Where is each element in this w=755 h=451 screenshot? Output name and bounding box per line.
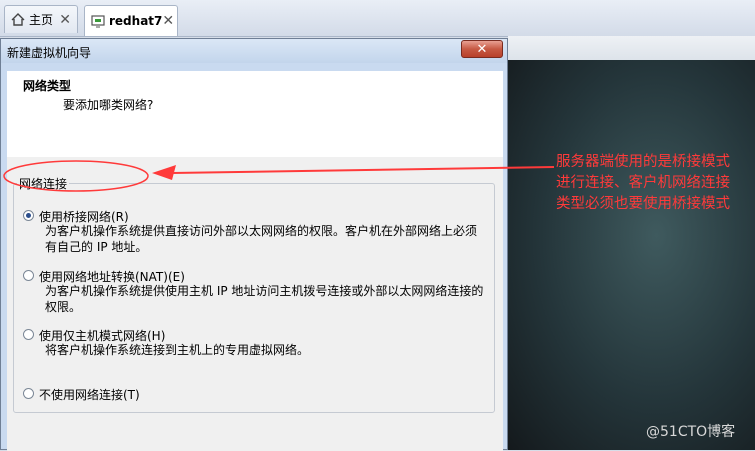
close-icon[interactable]: ✕ <box>162 13 174 29</box>
close-icon: ✕ <box>476 41 488 57</box>
console-toolbar <box>508 36 755 61</box>
option-description: 将客户机操作系统连接到主机上的专用虚拟网络。 <box>45 342 495 358</box>
radio-button[interactable] <box>23 270 34 281</box>
annotation-text: 服务器端使用的是桥接模式 进行连接、客户机网络连接 类型必须也要使用桥接模式 <box>556 152 752 215</box>
option-description: 为客户机操作系统提供使用主机 IP 地址访问主机拨号连接或外部以太网网络连接的 … <box>45 283 495 315</box>
radio-button[interactable] <box>23 210 34 221</box>
dialog-title: 新建虚拟机向导 <box>7 46 92 60</box>
wizard-header: 网络类型 要添加哪类网络? <box>7 71 503 158</box>
wizard-body: 网络连接 使用桥接网络(R) 为客户机操作系统提供直接访问外部以太网网络的权限。… <box>7 157 503 451</box>
description-line: 有自己的 IP 地址。 <box>45 240 148 254</box>
annotation-line: 进行连接、客户机网络连接 <box>556 175 730 191</box>
description-line: 将客户机操作系统连接到主机上的专用虚拟网络。 <box>45 343 310 357</box>
dialog-titlebar[interactable]: 新建虚拟机向导 ✕ <box>1 39 507 63</box>
option-label: 不使用网络连接(T) <box>39 388 140 402</box>
description-line: 权限。 <box>45 300 82 314</box>
tab-strip: 主页 ✕ redhat7 ✕ <box>0 0 755 37</box>
tab-redhat7[interactable]: redhat7 ✕ <box>84 5 178 36</box>
description-line: 为客户机操作系统提供使用主机 IP 地址访问主机拨号连接或外部以太网网络连接的 <box>45 284 484 298</box>
tab-home[interactable]: 主页 ✕ <box>4 5 78 33</box>
new-vm-wizard-dialog: 新建虚拟机向导 ✕ 网络类型 要添加哪类网络? 网络连接 使用桥接网络(R) 为… <box>0 38 508 451</box>
vm-icon <box>91 14 105 28</box>
radio-option-no-network[interactable]: 不使用网络连接(T) <box>23 386 140 403</box>
page-title: 网络类型 <box>23 79 72 93</box>
watermark: @51CTO博客 <box>646 424 736 440</box>
option-description: 为客户机操作系统提供直接访问外部以太网网络的权限。客户机在外部网络上必须 有自己… <box>45 223 495 255</box>
radio-button[interactable] <box>23 329 34 340</box>
annotation-line: 服务器端使用的是桥接模式 <box>556 154 730 170</box>
radio-button[interactable] <box>23 388 34 399</box>
tab-redhat7-label: redhat7 <box>109 14 163 28</box>
page-subtitle: 要添加哪类网络? <box>63 98 154 112</box>
close-icon[interactable]: ✕ <box>59 12 71 28</box>
close-button[interactable]: ✕ <box>461 40 503 58</box>
tab-home-label: 主页 <box>29 13 54 27</box>
home-icon <box>11 13 25 26</box>
vm-console <box>508 60 755 450</box>
description-line: 为客户机操作系统提供直接访问外部以太网网络的权限。客户机在外部网络上必须 <box>45 224 478 238</box>
group-label: 网络连接 <box>17 175 70 192</box>
annotation-line: 类型必须也要使用桥接模式 <box>556 196 730 212</box>
